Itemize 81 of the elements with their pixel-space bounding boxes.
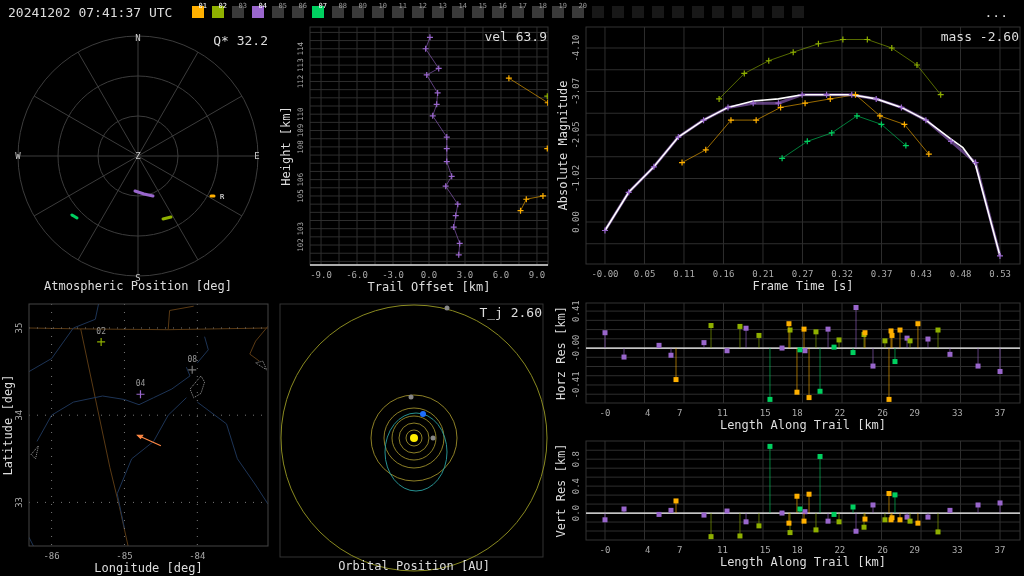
tick-label: 37 [994, 408, 1006, 418]
tick-label: 29 [909, 408, 921, 418]
tick-label: 26 [877, 545, 888, 555]
tick-label: -86 [43, 551, 60, 561]
station-label: 08 [187, 354, 198, 364]
station-label: 04 [135, 379, 146, 389]
compass-label: W [15, 151, 21, 161]
tick-label: -0.00 [591, 269, 619, 279]
tick-label: 33 [951, 408, 963, 418]
tick-label: 6.0 [492, 270, 510, 280]
tick-label: 11 [717, 545, 728, 555]
tick-label: 7 [677, 545, 683, 555]
tick-label: -2.05 [571, 121, 581, 149]
tick-label: 0.0 [420, 270, 438, 280]
zenith-label: Z [135, 151, 141, 161]
tick-label: 0.4 [571, 478, 581, 495]
tick-label: 0.27 [791, 269, 814, 279]
tick-label: 0.21 [752, 269, 774, 279]
axis-title: Latitude [deg] [1, 374, 15, 476]
panel-title: Orbital Position [AU] [338, 559, 490, 573]
tick-label: 37 [994, 545, 1006, 555]
tick-label: 26 [877, 408, 888, 418]
tick-label: 9.0 [528, 270, 546, 280]
q-readout: Q* 32.2 [213, 33, 268, 48]
tick-label: 22 [834, 408, 846, 418]
tick-label: 0.41 [571, 300, 581, 322]
tick-label: 4 [645, 545, 651, 555]
tick-label: 35 [14, 322, 24, 334]
tick-label: 0.8 [571, 451, 581, 468]
axis-title: Frame Time [s] [752, 279, 854, 293]
tick-label: 33 [14, 496, 24, 508]
panel-title: Atmospheric Position [deg] [44, 279, 232, 293]
axis-title: Horz Res [km] [555, 306, 568, 400]
tick-label: -0 [599, 408, 611, 418]
tick-label: 29 [909, 545, 921, 555]
tick-label: -6.0 [346, 270, 368, 280]
tick-label: -0 [599, 545, 611, 555]
tick-label: 22 [834, 545, 846, 555]
tick-label: 15 [759, 408, 771, 418]
axis-title: Vert Res [km] [555, 443, 568, 538]
axis-title: Length Along Trail [km] [719, 418, 887, 432]
velocity-readout: vel 63.9 [484, 29, 547, 44]
tick-label: 0.0 [571, 504, 581, 522]
tick-label: 0.11 [673, 269, 695, 279]
tick-label: -3.07 [571, 77, 581, 106]
tj-readout: T_j 2.60 [479, 305, 542, 320]
tick-label: 18 [791, 545, 803, 555]
tick-label: 0.05 [633, 269, 656, 279]
tick-label: 33 [951, 545, 963, 555]
tick-label: 0.00 [571, 211, 581, 233]
tick-label: 0.16 [712, 269, 735, 279]
tick-label: -3.0 [382, 270, 404, 280]
tick-label: 0.32 [831, 269, 853, 279]
tick-label: 3.0 [456, 270, 474, 280]
station-label: 02 [96, 326, 106, 336]
axis-title: Longitude [deg] [94, 561, 203, 575]
compass-label: E [254, 151, 260, 161]
tick-label: -84 [189, 551, 206, 561]
axis-title: Length Along Trail [km] [719, 555, 887, 569]
axis-title: Trail Offset [km] [367, 280, 491, 294]
tick-label: 0.48 [949, 269, 972, 279]
tick-label: -0.41 [571, 371, 581, 399]
tick-label: -85 [116, 551, 133, 561]
timestamp: 20241202 07:41:37 UTC [8, 4, 174, 20]
tick-label: 15 [759, 545, 771, 555]
tick-label: 4 [645, 408, 651, 418]
tick-label: -1.02 [571, 164, 581, 193]
tick-label: 0.37 [870, 269, 893, 279]
tick-label: -4.10 [571, 34, 581, 62]
tick-label: 0.53 [989, 269, 1012, 279]
compass-label: N [135, 33, 141, 43]
tick-label: 11 [717, 408, 728, 418]
tick-label: 7 [677, 408, 683, 418]
tick-label: -9.0 [310, 270, 332, 280]
axis-title: Absolute Magnitude [556, 80, 570, 211]
tick-label: 18 [791, 408, 803, 418]
tick-label: -0.00 [571, 334, 581, 362]
mass-readout: mass -2.60 [940, 29, 1019, 44]
tick-label: 34 [14, 409, 24, 421]
tick-label: 0.43 [910, 269, 932, 279]
axis-title: Height [km] [279, 106, 293, 186]
